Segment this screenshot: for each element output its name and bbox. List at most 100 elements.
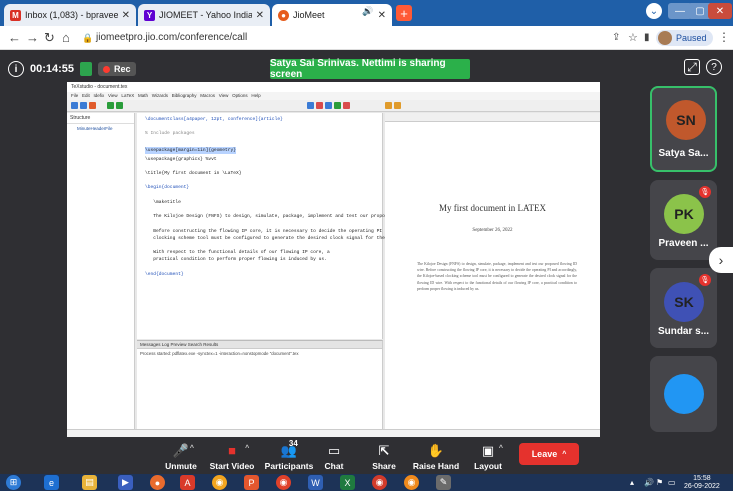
participant-tile-3[interactable]: 🎙 SK Sundar s... <box>650 268 717 348</box>
chevron-up-icon[interactable]: ^ <box>190 442 194 456</box>
forward-icon[interactable]: → <box>26 30 39 45</box>
ie-browser-icon[interactable]: e <box>44 475 59 490</box>
profile-paused-button[interactable]: Paused <box>656 30 713 46</box>
code-line[interactable]: \documentclass[a4paper, 12pt, conference… <box>145 116 376 123</box>
tab-search-icon[interactable]: ⌄ <box>646 3 662 19</box>
start-icon[interactable]: ⊞ <box>6 475 21 490</box>
doc-body: The Kilojoe Design (FNFS) to design, sim… <box>417 262 577 291</box>
clock-time: 15:58 <box>693 475 711 482</box>
code-line[interactable]: \maketitle <box>145 199 376 206</box>
code-line[interactable]: \begin{document} <box>145 184 376 191</box>
participant-tile-2[interactable]: 🎙 PK Praveen ... <box>650 180 717 260</box>
code-line[interactable]: With respect to the functional details o… <box>145 249 376 256</box>
firefox-icon[interactable]: ◉ <box>404 475 419 490</box>
word-icon[interactable]: W <box>308 475 323 490</box>
side-panel-icon[interactable]: ▮ <box>644 32 650 43</box>
bookmark-star-icon[interactable]: ☆ <box>628 31 638 44</box>
leave-button[interactable]: Leave ^ <box>519 443 579 465</box>
help-icon[interactable]: ? <box>706 59 722 75</box>
code-line[interactable] <box>145 206 376 213</box>
code-line[interactable] <box>145 177 376 184</box>
menu-kebab-icon[interactable]: ⋮ <box>718 30 730 44</box>
close-window-icon[interactable]: ✕ <box>708 3 732 19</box>
share-button[interactable]: ⇱ Share <box>356 437 412 474</box>
participant-tile-1[interactable]: SN Satya Sa... <box>650 86 717 172</box>
code-line[interactable]: \end{document} <box>145 271 376 278</box>
network-icon[interactable]: ▭ <box>668 478 676 487</box>
tray-chevron-icon[interactable]: ▴ <box>630 478 634 487</box>
unmute-button[interactable]: 🎤 ^ Unmute <box>153 437 209 474</box>
code-line[interactable]: \title{My first document in \LaTeX} <box>145 170 376 177</box>
system-clock[interactable]: 15:58 26-09-2022 <box>684 475 720 491</box>
fullscreen-icon[interactable]: ⤢ <box>684 59 700 75</box>
back-icon[interactable]: ← <box>8 30 21 45</box>
chrome-profile-icon[interactable]: ◉ <box>276 475 291 490</box>
code-line[interactable]: % Include packages <box>145 130 376 137</box>
code-line[interactable] <box>145 123 376 130</box>
acrobat-icon[interactable]: A <box>180 475 195 490</box>
shared-status-bar <box>67 429 600 437</box>
toolbar-icon <box>385 102 392 109</box>
code-line[interactable]: \usepackage[margin=1in]{geometry} <box>145 146 236 154</box>
tab-jiomeet[interactable]: ● JioMeet ✕ <box>272 4 392 26</box>
home-icon[interactable]: ⌂ <box>62 30 70 45</box>
participant-tile-4[interactable] <box>650 356 717 432</box>
code-line[interactable]: \usepackage{graphicx} %vvt <box>145 156 376 163</box>
layout-button[interactable]: ▣ ^ Layout <box>460 437 516 474</box>
app-icon[interactable]: ● <box>150 475 165 490</box>
code-line[interactable] <box>145 242 376 249</box>
code-line[interactable]: practical condition to perform proper fl… <box>145 256 376 263</box>
share-page-icon[interactable]: ⇪ <box>612 32 620 43</box>
chevron-up-icon[interactable]: ^ <box>245 442 249 456</box>
chat-button[interactable]: ▭ Chat <box>306 437 362 474</box>
excel-icon[interactable]: X <box>340 475 355 490</box>
messages-text: Process started: pdflatex.exe -synctex=1… <box>140 351 299 356</box>
code-line[interactable]: The Kilojoe Design (FNFS) to design, sim… <box>145 213 440 220</box>
code-line[interactable] <box>145 220 376 227</box>
shared-window-titlebar: TeXstudio - document.tex <box>67 82 600 92</box>
toolbar-icon <box>71 102 78 109</box>
chrome-icon[interactable]: ◉ <box>212 475 227 490</box>
code-line[interactable]: Before constructing the flowing IP core,… <box>145 228 478 235</box>
reload-icon[interactable]: ↻ <box>44 30 55 46</box>
tab-gmail[interactable]: M Inbox (1,083) - bpraveen@pscm... ✕ <box>4 4 136 26</box>
lock-icon[interactable]: 🔒 <box>82 33 93 44</box>
code-line[interactable] <box>145 192 376 199</box>
meeting-control-bar: 🎤 ^ Unmute ■ ^ Start Video 👥 34 Participant… <box>0 437 733 474</box>
tab-title: JioMeet <box>293 10 325 20</box>
code-editor: \documentclass[a4paper, 12pt, conference… <box>137 113 479 339</box>
clock-date: 26-09-2022 <box>684 483 720 490</box>
audio-playing-icon[interactable]: 🔊 <box>362 6 373 17</box>
chevron-up-icon[interactable]: ^ <box>499 442 503 456</box>
start-video-button[interactable]: ■ ^ Start Video <box>204 437 260 474</box>
code-line[interactable] <box>145 163 376 170</box>
close-icon[interactable]: ✕ <box>374 10 386 21</box>
shared-menu-bar: File Edit Idefix View LaTeX Math Wizards… <box>67 92 600 100</box>
app-icon[interactable]: ✎ <box>436 475 451 490</box>
powerpoint-icon[interactable]: P <box>244 475 259 490</box>
raise-hand-label: Raise Hand <box>412 461 460 471</box>
video-off-icon: ■ ^ <box>228 443 250 458</box>
new-tab-button[interactable]: + <box>396 5 412 21</box>
flag-icon[interactable]: ⚑ <box>656 478 663 487</box>
mic-off-icon: 🎙 <box>699 274 711 286</box>
info-icon[interactable]: i <box>8 61 24 77</box>
volume-icon[interactable]: 🔊 <box>644 478 654 487</box>
media-player-icon[interactable]: ▶ <box>118 475 133 490</box>
tab-yahoo[interactable]: Y JIOMEET - Yahoo India Search Re... ✕ <box>138 4 270 26</box>
url-field[interactable]: jiomeetpro.jio.com/conference/call <box>96 32 247 43</box>
close-icon[interactable]: ✕ <box>118 10 130 21</box>
close-icon[interactable]: ✕ <box>252 10 264 21</box>
code-line[interactable] <box>145 264 376 271</box>
chrome-active-icon[interactable]: ◉ <box>372 475 387 490</box>
participant-avatar: SN <box>666 100 706 140</box>
toolbar-icon <box>325 102 332 109</box>
participant-avatar: PK <box>664 194 704 234</box>
collapse-panel-chevron-icon[interactable]: › <box>709 247 733 273</box>
sharing-banner: Satya Sai Srinivas. Nettimi is sharing s… <box>270 58 470 80</box>
meeting-status: i 00:14:55 Rec <box>8 61 136 77</box>
code-line[interactable]: clocking scheme tool must be configured … <box>145 235 431 242</box>
file-explorer-icon[interactable]: ▤ <box>82 475 97 490</box>
chevron-up-icon[interactable]: ^ <box>562 451 566 458</box>
raise-hand-button[interactable]: ✋ Raise Hand <box>408 437 464 474</box>
